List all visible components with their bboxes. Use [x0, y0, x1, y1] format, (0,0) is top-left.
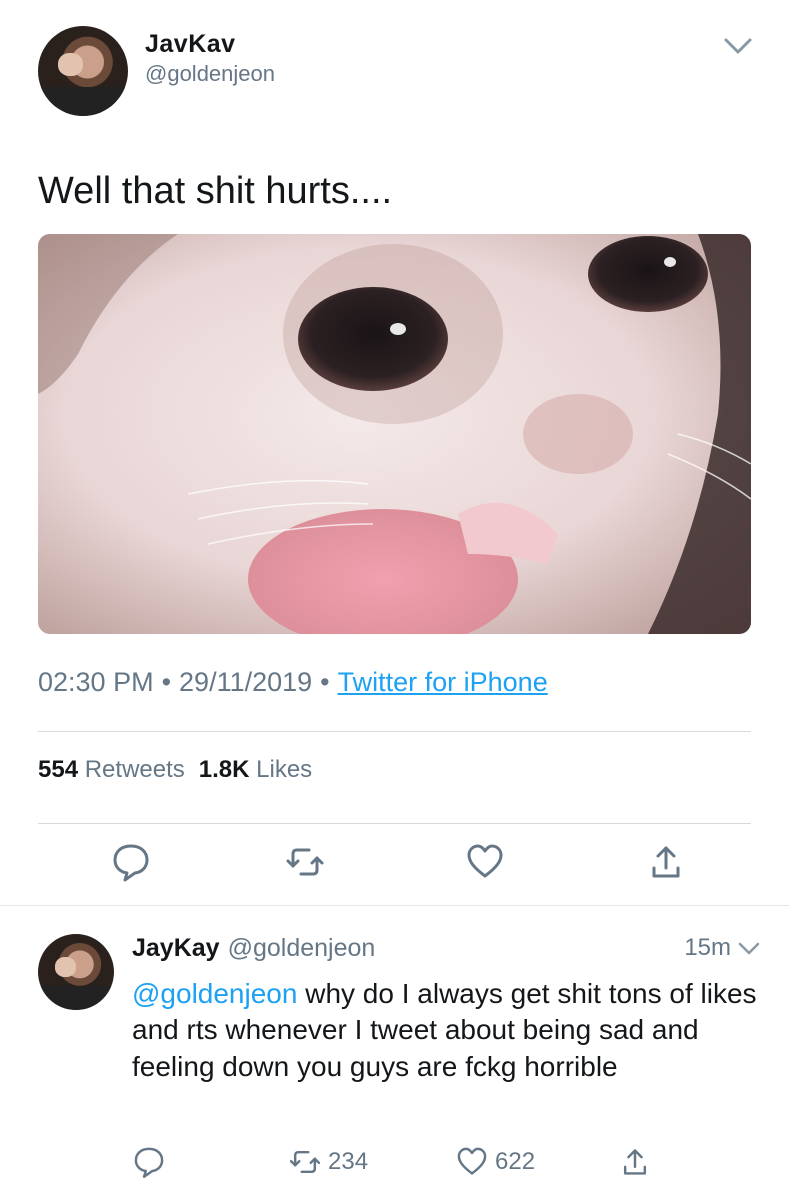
reply-icon[interactable] [111, 840, 151, 884]
like-heart-icon[interactable] [455, 1144, 489, 1180]
divider [38, 731, 751, 732]
reply-retweet-button[interactable]: 234 [288, 1144, 368, 1180]
tweet-stats: 554 Retweets 1.8K Likes [38, 756, 312, 784]
tweet-date: 29/11/2019 [179, 667, 313, 697]
tweet-header: JavKav @goldenjeon [38, 26, 753, 122]
reply-reply-button[interactable] [132, 1144, 166, 1180]
chevron-down-icon[interactable] [723, 36, 753, 56]
chevron-down-icon[interactable] [737, 940, 761, 956]
retweet-icon[interactable] [288, 1144, 322, 1180]
reply-text: @goldenjeon why do I always get shit ton… [132, 978, 757, 1082]
tweet-image[interactable] [38, 234, 751, 634]
reply-share-button[interactable] [618, 1144, 652, 1180]
separator-dot: • [320, 667, 330, 697]
reply-time: 15m [684, 934, 761, 962]
reply-display-name[interactable]: JayKay [132, 934, 220, 962]
reply-avatar[interactable] [38, 934, 114, 1010]
reply-icon[interactable] [132, 1144, 166, 1180]
reply-handle[interactable]: @goldenjeon [228, 934, 376, 962]
reply-like-button[interactable]: 622 [455, 1144, 535, 1180]
reply-like-count: 622 [495, 1148, 536, 1175]
mention-link[interactable]: @goldenjeon [132, 978, 297, 1009]
share-icon[interactable] [618, 1144, 652, 1180]
retweets-stat[interactable]: 554 Retweets [38, 756, 185, 783]
divider [0, 905, 789, 906]
tweet-source-link[interactable]: Twitter for iPhone [338, 667, 548, 697]
reply-tweet[interactable]: JayKay @goldenjeon 15m @goldenjeon why do… [0, 920, 789, 1200]
reply-retweet-count: 234 [328, 1148, 369, 1175]
tweet-time: 02:30 PM [38, 667, 154, 697]
likes-stat[interactable]: 1.8K Likes [199, 756, 312, 783]
user-handle[interactable]: @goldenjeon [145, 61, 275, 87]
share-icon[interactable] [646, 840, 686, 884]
reply-action-bar: 234 622 [0, 1144, 789, 1184]
tweet-action-bar [0, 840, 789, 890]
retweet-icon[interactable] [285, 840, 325, 884]
display-name[interactable]: JavKav [145, 30, 236, 59]
separator-dot: • [161, 667, 172, 697]
reply-author[interactable]: JayKay @goldenjeon [132, 934, 375, 963]
divider [38, 823, 751, 824]
tweet-meta: 02:30 PM • 29/11/2019 • Twitter for iPhone [38, 667, 548, 698]
like-heart-icon[interactable] [465, 840, 505, 884]
avatar[interactable] [38, 26, 128, 116]
tweet-text: Well that shit hurts.... [38, 170, 393, 212]
